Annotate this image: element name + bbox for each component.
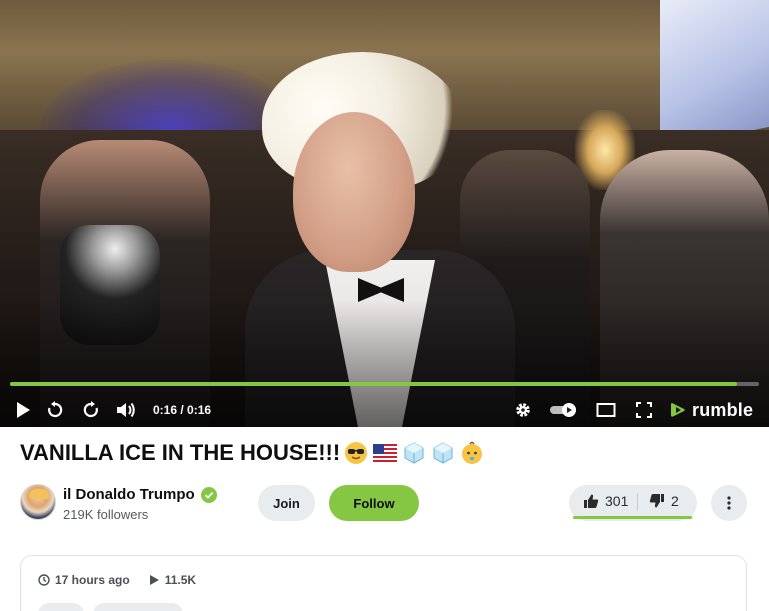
more-options-button[interactable]: [711, 485, 747, 521]
ice-cube-emoji: [430, 440, 456, 466]
settings-gear-icon: [516, 403, 530, 417]
vote-ratio-bar: [573, 516, 693, 519]
video-page: 0:16 / 0:16 rumble VANILLA ICE IN THE HO…: [0, 0, 769, 611]
upvote-count: 301: [605, 493, 629, 509]
rumble-wordmark: rumble: [692, 399, 754, 420]
rumble-logo[interactable]: rumble: [668, 398, 753, 422]
volume-icon: [117, 402, 135, 418]
follower-count: 219K followers: [63, 507, 149, 522]
verified-check-icon: [200, 486, 217, 503]
posted-time: 17 hours ago: [38, 573, 130, 587]
main-guest-head: [293, 112, 415, 272]
settings-button[interactable]: [513, 398, 533, 422]
follow-button[interactable]: Follow: [329, 485, 419, 521]
toggle-icon: [550, 403, 576, 417]
theater-mode-icon: [596, 403, 616, 417]
fullscreen-icon: [636, 402, 652, 418]
thumbs-up-icon: [584, 494, 599, 508]
channel-name[interactable]: il Donaldo Trumpo: [63, 486, 195, 503]
rumble-play-icon: [671, 403, 685, 417]
channel-avatar[interactable]: [20, 484, 56, 520]
sunglasses-face-emoji: [343, 440, 369, 466]
autoplay-toggle[interactable]: [548, 398, 580, 422]
vote-ratio-fill: [573, 516, 692, 519]
clock-icon: [38, 574, 50, 586]
time-readout: 0:16 / 0:16: [153, 403, 212, 417]
join-button[interactable]: Join: [258, 485, 315, 521]
view-count: 11.5K: [148, 573, 196, 587]
channel-name-row[interactable]: il Donaldo Trumpo: [63, 486, 217, 503]
category-tag[interactable]: [38, 603, 84, 611]
video-info-card: 17 hours ago 11.5K: [20, 555, 747, 611]
vote-divider: [637, 493, 638, 511]
thumbs-down-icon: [649, 494, 664, 508]
ice-cube-emoji: [401, 440, 427, 466]
theater-mode-button[interactable]: [595, 398, 617, 422]
baby-face-emoji: [459, 440, 485, 466]
play-button[interactable]: [12, 398, 34, 422]
upvote-button[interactable]: 301: [583, 485, 628, 517]
video-meta: 17 hours ago 11.5K: [38, 573, 196, 587]
projection-screen: [660, 0, 769, 151]
downvote-count: 2: [671, 493, 679, 509]
more-vertical-icon: [727, 496, 731, 510]
us-flag-emoji: [372, 440, 398, 466]
video-player[interactable]: 0:16 / 0:16 rumble: [0, 0, 769, 427]
video-title-row: VANILLA ICE IN THE HOUSE!!!: [20, 438, 485, 468]
views-play-icon: [149, 575, 159, 585]
progress-fill: [10, 382, 737, 386]
forward-button[interactable]: [80, 398, 102, 422]
forward-icon: [83, 401, 98, 418]
play-icon: [17, 402, 30, 418]
video-title: VANILLA ICE IN THE HOUSE!!!: [20, 440, 341, 465]
fullscreen-button[interactable]: [633, 398, 655, 422]
volume-button[interactable]: [114, 398, 138, 422]
replay-button[interactable]: [44, 398, 66, 422]
vote-pill: 301 2: [569, 485, 697, 521]
downvote-button[interactable]: 2: [649, 485, 679, 517]
category-tag[interactable]: [93, 603, 183, 611]
posted-time-text: 17 hours ago: [55, 573, 130, 587]
replay-back-icon: [48, 401, 63, 418]
avatar-hair: [29, 489, 49, 499]
progress-bar[interactable]: [10, 382, 759, 386]
view-count-text: 11.5K: [164, 573, 197, 587]
